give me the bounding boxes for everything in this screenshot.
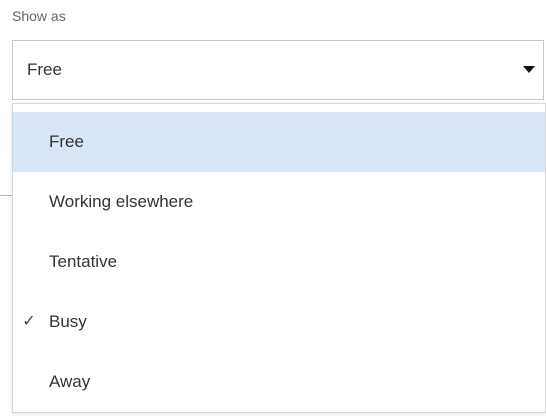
option-label: Away: [49, 372, 91, 391]
option-tentative[interactable]: Tentative: [13, 232, 545, 292]
option-label: Busy: [49, 312, 87, 331]
selected-value: Free: [27, 60, 62, 79]
option-label: Working elsewhere: [49, 192, 194, 211]
show-as-label: Show as: [12, 8, 66, 24]
checkmark-icon: ✓: [22, 313, 36, 330]
show-as-dropdown-list: Free Working elsewhere Tentative ✓ Busy …: [12, 103, 546, 413]
option-busy[interactable]: ✓ Busy: [13, 292, 545, 352]
option-label: Free: [49, 132, 84, 151]
divider: [0, 195, 12, 196]
option-working-elsewhere[interactable]: Working elsewhere: [13, 172, 545, 232]
option-label: Tentative: [49, 252, 118, 271]
option-free[interactable]: Free: [13, 112, 545, 172]
chevron-down-icon[interactable]: [523, 66, 535, 73]
option-away[interactable]: Away: [13, 352, 545, 412]
show-as-select[interactable]: Free: [12, 40, 544, 100]
